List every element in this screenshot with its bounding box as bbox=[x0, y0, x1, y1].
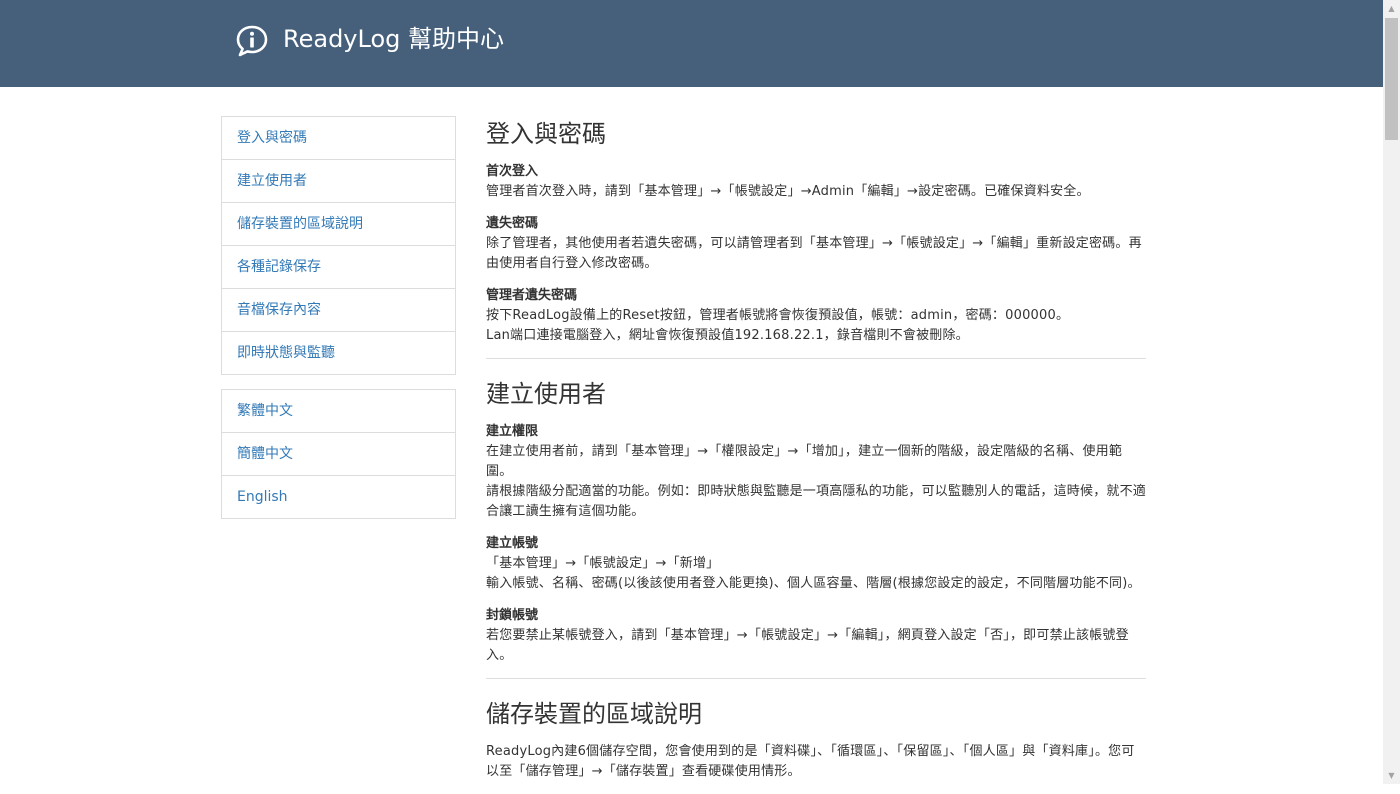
block-heading: 建立帳號 bbox=[486, 536, 539, 551]
sidebar-item-create-user[interactable]: 建立使用者 bbox=[222, 160, 455, 203]
block-text: 請根據階級分配適當的功能。例如：即時狀態與監聽是一項高隱私的功能，可以監聽別人的… bbox=[486, 484, 1147, 519]
block-storage-intro: ReadyLog內建6個儲存空間，您會使用到的是「資料碟」、「循環區」、「保留區… bbox=[486, 742, 1146, 782]
main-content: 登入與密碼 首次登入 管理者首次登入時，請到「基本管理」→「帳號設定」→Admi… bbox=[486, 116, 1146, 794]
block-lock-account: 封鎖帳號 若您要禁止某帳號登入，請到「基本管理」→「帳號設定」→「編輯」，網頁登… bbox=[486, 606, 1146, 666]
sidebar-sections: 登入與密碼 建立使用者 儲存裝置的區域說明 各種記錄保存 音檔保存內容 即時狀態… bbox=[221, 116, 456, 375]
block-text: 管理者首次登入時，請到「基本管理」→「帳號設定」→Admin「編輯」→設定密碼。… bbox=[486, 184, 1090, 199]
section-create-user: 建立使用者 建立權限 在建立使用者前，請到「基本管理」→「權限設定」→「增加」，… bbox=[486, 376, 1146, 666]
page-scrollbar[interactable]: ▲ ▼ bbox=[1383, 0, 1400, 784]
block-heading: 首次登入 bbox=[486, 164, 539, 179]
sidebar-item-live-monitor[interactable]: 即時狀態與監聽 bbox=[222, 332, 455, 375]
block-text: 按下ReadLog設備上的Reset按鈕，管理者帳號將會恢復預設值，帳號：adm… bbox=[486, 308, 1070, 323]
block-heading: 遺失密碼 bbox=[486, 216, 539, 231]
block-heading: 封鎖帳號 bbox=[486, 608, 539, 623]
block-heading: 管理者遺失密碼 bbox=[486, 288, 578, 303]
sidebar-item-login-password[interactable]: 登入與密碼 bbox=[222, 117, 455, 160]
section-title: 建立使用者 bbox=[486, 380, 606, 408]
language-english[interactable]: English bbox=[222, 476, 455, 519]
block-text: 除了管理者，其他使用者若遺失密碼，可以請管理者到「基本管理」→「帳號設定」→「編… bbox=[486, 236, 1142, 271]
sidebar-item-storage-areas[interactable]: 儲存裝置的區域說明 bbox=[222, 203, 455, 246]
scroll-up-arrow-icon[interactable]: ▲ bbox=[1383, 0, 1400, 17]
block-text: 輸入帳號、名稱、密碼(以後該使用者登入能更換)、個人區容量、階層(根據您設定的設… bbox=[486, 576, 1141, 591]
block-text: Lan端口連接電腦登入，網址會恢復預設值192.168.22.1，錄音檔則不會被… bbox=[486, 328, 969, 343]
brand-title[interactable]: ReadyLog 幫助中心 bbox=[283, 23, 504, 55]
block-text: ReadyLog內建6個儲存空間，您會使用到的是「資料碟」、「循環區」、「保留區… bbox=[486, 744, 1135, 779]
scroll-down-arrow-icon[interactable]: ▼ bbox=[1383, 767, 1400, 784]
info-chat-bubble-icon[interactable] bbox=[235, 24, 269, 58]
block-text: 在建立使用者前，請到「基本管理」→「權限設定」→「增加」，建立一個新的階級，設定… bbox=[486, 444, 1123, 479]
section-title: 登入與密碼 bbox=[486, 120, 606, 148]
block-text: 若您要禁止某帳號登入，請到「基本管理」→「帳號設定」→「編輯」，網頁登入設定「否… bbox=[486, 628, 1129, 663]
section-divider bbox=[486, 358, 1146, 359]
top-header: ReadyLog 幫助中心 bbox=[0, 0, 1383, 87]
section-storage-areas: 儲存裝置的區域說明 ReadyLog內建6個儲存空間，您會使用到的是「資料碟」、… bbox=[486, 696, 1146, 782]
language-traditional-chinese[interactable]: 繁體中文 bbox=[222, 390, 455, 433]
block-lost-password: 遺失密碼 除了管理者，其他使用者若遺失密碼，可以請管理者到「基本管理」→「帳號設… bbox=[486, 214, 1146, 274]
section-login-password: 登入與密碼 首次登入 管理者首次登入時，請到「基本管理」→「帳號設定」→Admi… bbox=[486, 116, 1146, 346]
language-simplified-chinese[interactable]: 簡體中文 bbox=[222, 433, 455, 476]
block-heading: 建立權限 bbox=[486, 424, 539, 439]
sidebar-item-audio-content[interactable]: 音檔保存內容 bbox=[222, 289, 455, 332]
block-admin-lost-password: 管理者遺失密碼 按下ReadLog設備上的Reset按鈕，管理者帳號將會恢復預設… bbox=[486, 286, 1146, 346]
section-divider bbox=[486, 678, 1146, 679]
block-first-login: 首次登入 管理者首次登入時，請到「基本管理」→「帳號設定」→Admin「編輯」→… bbox=[486, 162, 1146, 202]
sidebar-item-records[interactable]: 各種記錄保存 bbox=[222, 246, 455, 289]
block-text: 「基本管理」→「帳號設定」→「新增」 bbox=[486, 556, 720, 571]
block-create-permissions: 建立權限 在建立使用者前，請到「基本管理」→「權限設定」→「增加」，建立一個新的… bbox=[486, 422, 1146, 522]
section-title: 儲存裝置的區域說明 bbox=[486, 700, 702, 728]
scroll-thumb[interactable] bbox=[1385, 18, 1398, 140]
block-create-account: 建立帳號 「基本管理」→「帳號設定」→「新增」 輸入帳號、名稱、密碼(以後該使用… bbox=[486, 534, 1146, 594]
sidebar-languages: 繁體中文 簡體中文 English bbox=[221, 389, 456, 519]
